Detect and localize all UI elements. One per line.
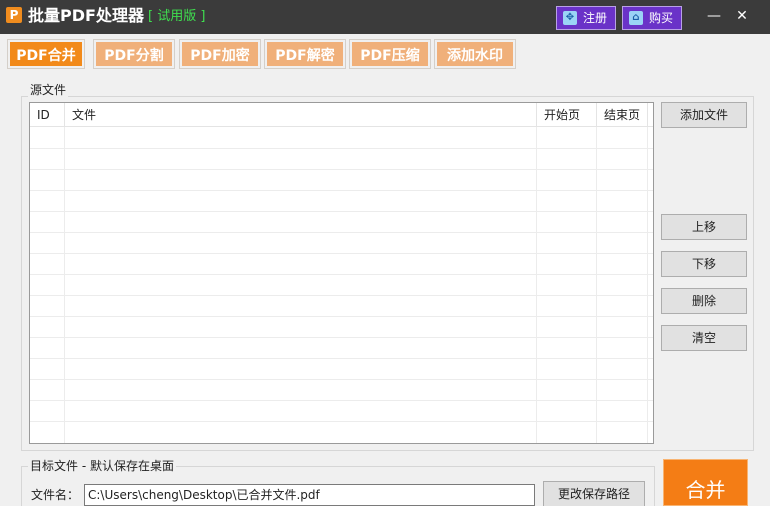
tab-pdf-split[interactable]: PDF分割: [93, 39, 175, 69]
trial-badge: [ 试用版 ]: [148, 9, 206, 24]
grid-line: [30, 148, 653, 149]
register-icon: ✥: [563, 11, 577, 25]
tab-pdf-compress[interactable]: PDF压缩: [349, 39, 431, 69]
column-header-file[interactable]: 文件: [65, 103, 537, 127]
app-title: 批量PDF处理器: [28, 6, 144, 25]
close-icon[interactable]: ✕: [732, 6, 752, 26]
merge-button[interactable]: 合并: [663, 459, 748, 506]
grid-line: [30, 295, 653, 296]
grid-line: [30, 400, 653, 401]
source-file-label: 源文件: [28, 83, 69, 97]
grid-line: [30, 169, 653, 170]
minimize-icon[interactable]: —: [704, 6, 724, 26]
change-save-path-button[interactable]: 更改保存路径: [543, 481, 645, 506]
cart-icon: ⌂: [629, 11, 643, 25]
column-divider: [596, 127, 597, 443]
column-header-start-page[interactable]: 开始页: [537, 103, 597, 127]
add-file-button[interactable]: 添加文件: [661, 102, 747, 128]
grid-line: [30, 232, 653, 233]
tab-pdf-encrypt[interactable]: PDF加密: [179, 39, 261, 69]
buy-label: 购买: [649, 11, 674, 25]
column-divider: [536, 127, 537, 443]
title-bar: P 批量PDF处理器 [ 试用版 ] ✥ 注册 ⌂ 购买 — ✕: [0, 0, 770, 34]
grid-line: [30, 274, 653, 275]
move-up-button[interactable]: 上移: [661, 214, 747, 240]
register-button[interactable]: ✥ 注册: [556, 6, 616, 30]
grid-line: [30, 211, 653, 212]
grid-line: [30, 316, 653, 317]
register-label: 注册: [583, 11, 608, 25]
grid-line: [30, 253, 653, 254]
filename-input[interactable]: C:\Users\cheng\Desktop\已合并文件.pdf: [84, 484, 535, 506]
grid-line: [30, 190, 653, 191]
tab-pdf-decrypt[interactable]: PDF解密: [264, 39, 346, 69]
grid-line: [30, 337, 653, 338]
delete-button[interactable]: 删除: [661, 288, 747, 314]
grid-line: [30, 421, 653, 422]
target-file-label: 目标文件 - 默认保存在桌面: [28, 459, 176, 473]
app-logo-icon: P: [6, 7, 22, 23]
column-divider: [64, 127, 65, 443]
clear-button[interactable]: 清空: [661, 325, 747, 351]
file-list-header: ID 文件 开始页 结束页: [30, 103, 653, 127]
column-header-end-page[interactable]: 结束页: [597, 103, 648, 127]
buy-button[interactable]: ⌂ 购买: [622, 6, 682, 30]
file-list[interactable]: ID 文件 开始页 结束页: [29, 102, 654, 444]
tab-pdf-merge[interactable]: PDF合并: [7, 39, 85, 69]
column-header-id[interactable]: ID: [30, 103, 65, 127]
tab-add-watermark[interactable]: 添加水印: [434, 39, 516, 69]
filename-label: 文件名：: [31, 488, 80, 502]
grid-line: [30, 379, 653, 380]
column-divider: [647, 127, 648, 443]
move-down-button[interactable]: 下移: [661, 251, 747, 277]
grid-line: [30, 358, 653, 359]
